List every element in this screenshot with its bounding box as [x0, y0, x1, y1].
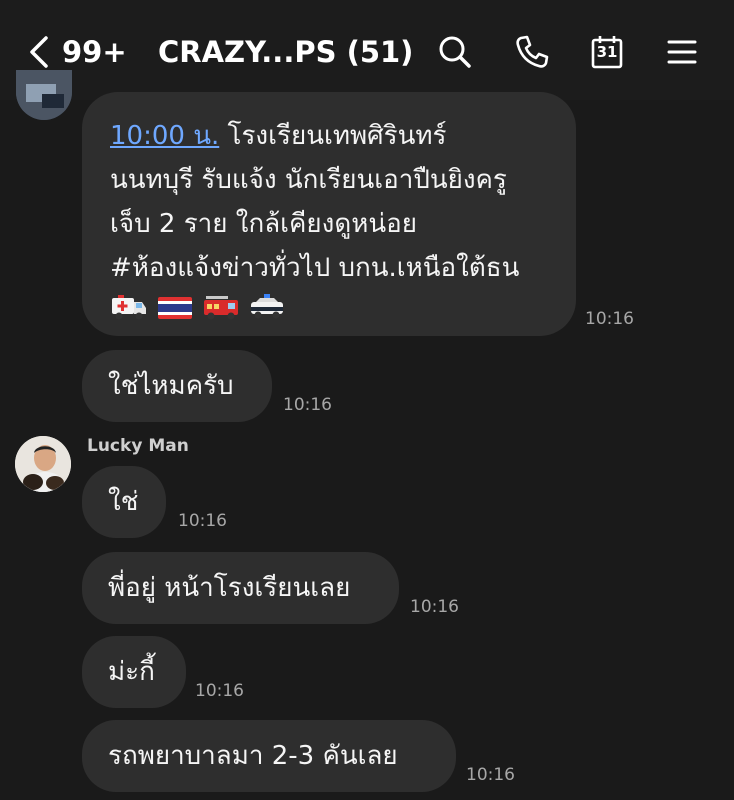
fire-engine-icon — [202, 292, 240, 322]
sender-avatar[interactable] — [16, 70, 72, 120]
message-time: 10:16 — [178, 511, 227, 531]
message-line: นนทบุรี รับแจ้ง นักเรียนเอาปืนยิงครู — [110, 165, 507, 195]
unread-count[interactable]: 99+ — [62, 30, 127, 74]
emoji-row — [110, 292, 576, 322]
chevron-left-icon — [30, 36, 48, 68]
phone-icon — [516, 35, 549, 68]
avatar-image — [16, 70, 72, 120]
message-time: 10:16 — [195, 681, 244, 701]
sender-avatar[interactable] — [15, 436, 71, 492]
message-bubble[interactable]: 10:00 น. โรงเรียนเทพศิรินทร์ นนทบุรี รับ… — [82, 92, 576, 336]
message-text: ม่ะกี้ — [108, 657, 155, 687]
message-bubble[interactable]: รถพยาบาลมา 2-3 คันเลย — [82, 720, 456, 792]
call-button[interactable] — [510, 30, 554, 74]
calendar-day: 31 — [596, 43, 618, 61]
calendar-button[interactable]: 31 — [585, 30, 629, 74]
message-text: รถพยาบาลมา 2-3 คันเลย — [108, 741, 398, 771]
message-text: ใช่ — [108, 487, 139, 517]
time-link[interactable]: 10:00 น. — [110, 121, 219, 151]
back-button[interactable] — [24, 30, 60, 74]
message-bubble[interactable]: ม่ะกี้ — [82, 636, 186, 708]
message-time: 10:16 — [283, 395, 332, 415]
message-line: 10:00 น. โรงเรียนเทพศิรินทร์ — [110, 121, 447, 151]
message-bubble[interactable]: พี่อยู่ หน้าโรงเรียนเลย — [82, 552, 399, 624]
search-icon — [439, 36, 471, 68]
message-line: เจ็บ 2 ราย ใกล้เคียงดูหน่อย — [110, 209, 417, 239]
avatar-image — [15, 436, 71, 492]
message-bubble[interactable]: ใช่ — [82, 466, 166, 538]
police-car-icon — [248, 292, 286, 322]
search-button[interactable] — [433, 30, 477, 74]
message-line: #ห้องแจ้งข่าวทั่วไป บกน.เหนือใต้ธน — [110, 253, 520, 283]
ambulance-icon — [110, 292, 148, 322]
message-time: 10:16 — [410, 597, 459, 617]
message-time: 10:16 — [585, 309, 634, 329]
message-bubble[interactable]: ใช่ไหมครับ — [82, 350, 272, 422]
thailand-flag-icon — [156, 292, 194, 322]
sender-name[interactable]: Lucky Man — [87, 436, 189, 456]
chat-title[interactable]: CRAZY...PS (51) — [158, 30, 413, 74]
menu-icon — [667, 40, 697, 64]
chat-header: 99+ CRAZY...PS (51) 31 — [0, 0, 734, 100]
menu-button[interactable] — [660, 30, 704, 74]
message-text: พี่อยู่ หน้าโรงเรียนเลย — [108, 573, 351, 603]
message-time: 10:16 — [466, 765, 515, 785]
message-text: ใช่ไหมครับ — [108, 371, 234, 401]
